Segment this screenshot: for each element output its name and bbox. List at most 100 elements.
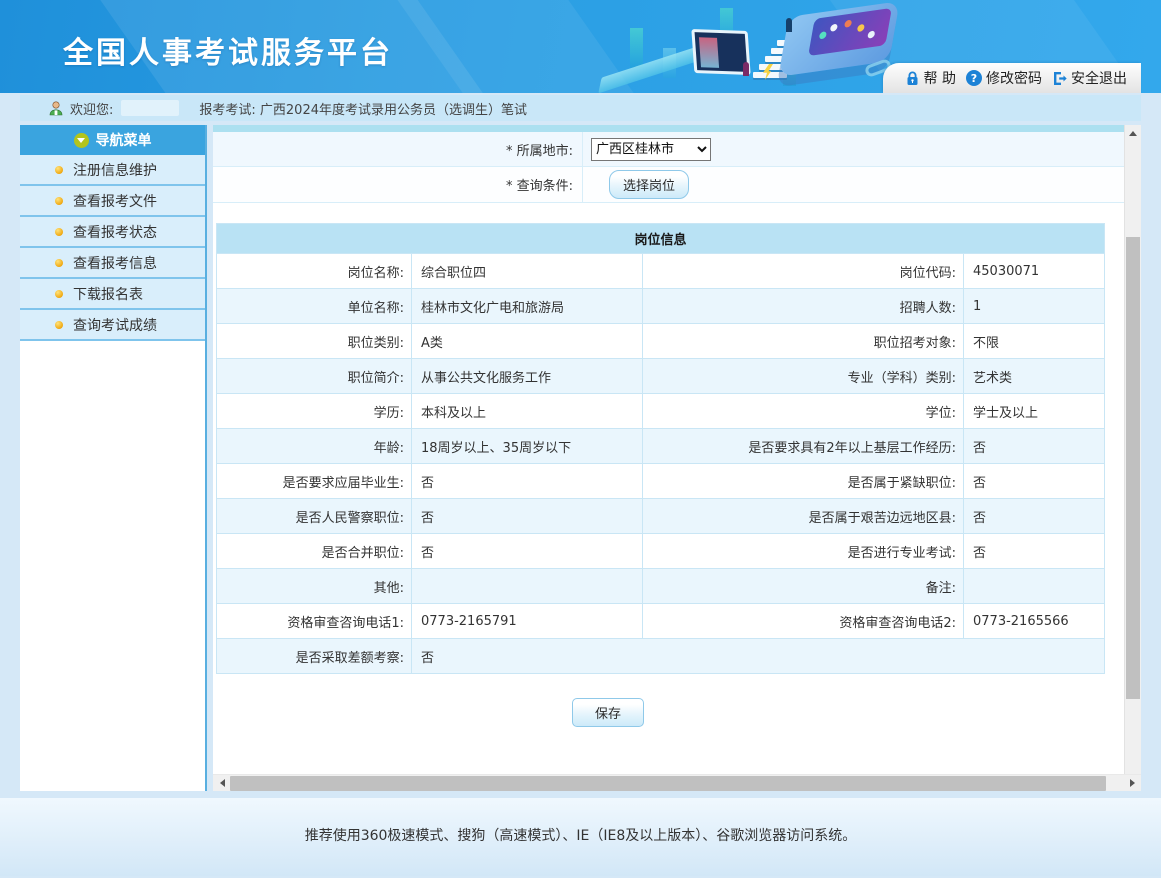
field-label: 职位类别: bbox=[217, 324, 412, 359]
user-avatar-icon bbox=[48, 100, 64, 116]
field-value: 0773-2165791 bbox=[412, 604, 643, 639]
field-label: 岗位名称: bbox=[217, 254, 412, 289]
field-value: 否 bbox=[964, 464, 1105, 499]
sidebar-item-label: 查看报考文件 bbox=[73, 191, 157, 211]
vertical-scrollbar-thumb[interactable] bbox=[1126, 237, 1140, 699]
sidebar-item-label: 查看报考状态 bbox=[73, 222, 157, 242]
sidebar-menu: 注册信息维护查看报考文件查看报考状态查看报考信息下载报名表查询考试成绩 bbox=[20, 155, 205, 341]
city-form-row: * 所属地市: 广西区桂林市 bbox=[213, 132, 1124, 167]
field-value: 从事公共文化服务工作 bbox=[412, 359, 643, 394]
select-post-button[interactable]: 选择岗位 bbox=[609, 170, 689, 199]
sidebar-item[interactable]: 下载报名表 bbox=[20, 279, 205, 310]
field-value: 0773-2165566 bbox=[964, 604, 1105, 639]
header: 全国人事考试服务平台 帮 助 ? 修改密码 安全退出 bbox=[0, 0, 1161, 93]
field-value: 桂林市文化广电和旅游局 bbox=[412, 289, 643, 324]
table-row: 是否合并职位:否是否进行专业考试:否 bbox=[217, 534, 1105, 569]
vertical-scrollbar[interactable] bbox=[1124, 125, 1141, 774]
help-label: 帮 助 bbox=[924, 68, 956, 88]
horizontal-scrollbar[interactable] bbox=[213, 774, 1141, 791]
table-row: 年龄:18周岁以上、35周岁以下是否要求具有2年以上基层工作经历:否 bbox=[217, 429, 1105, 464]
user-name-redacted bbox=[121, 100, 179, 116]
welcome-bar: 欢迎您: 报考考试: 广西2024年度考试录用公务员（选调生）笔试 bbox=[20, 95, 1141, 121]
criteria-form-row: * 查询条件: 选择岗位 bbox=[213, 167, 1124, 203]
browser-recommendation-text: 推荐使用360极速模式、搜狗（高速模式）、IE（IE8及以上版本）、谷歌浏览器访… bbox=[305, 828, 857, 844]
field-value: 否 bbox=[412, 499, 643, 534]
sidebar-item[interactable]: 注册信息维护 bbox=[20, 155, 205, 186]
table-row: 岗位名称:综合职位四岗位代码:45030071 bbox=[217, 254, 1105, 289]
bullet-icon bbox=[55, 166, 63, 174]
field-label: 岗位代码: bbox=[643, 254, 964, 289]
field-label: 是否合并职位: bbox=[217, 534, 412, 569]
criteria-label: * 查询条件: bbox=[213, 167, 583, 202]
bullet-icon bbox=[55, 197, 63, 205]
field-label: 学位: bbox=[643, 394, 964, 429]
field-value: A类 bbox=[412, 324, 643, 359]
save-button-row: 保存 bbox=[213, 698, 1003, 727]
field-label: 单位名称: bbox=[217, 289, 412, 324]
main-content: * 所属地市: 广西区桂林市 * 查询条件: 选择岗位 bbox=[213, 125, 1141, 791]
save-button[interactable]: 保存 bbox=[572, 698, 644, 727]
sidebar-item-label: 查询考试成绩 bbox=[73, 315, 157, 335]
change-password-button[interactable]: ? 修改密码 bbox=[966, 68, 1042, 88]
bullet-icon bbox=[55, 259, 63, 267]
utility-bar: 帮 助 ? 修改密码 安全退出 bbox=[883, 63, 1141, 93]
help-button[interactable]: 帮 助 bbox=[905, 68, 956, 88]
table-row: 资格审查咨询电话1:0773-2165791资格审查咨询电话2:0773-216… bbox=[217, 604, 1105, 639]
field-label: 职位简介: bbox=[217, 359, 412, 394]
field-value: 18周岁以上、35周岁以下 bbox=[412, 429, 643, 464]
field-label: 是否采取差额考察: bbox=[217, 639, 412, 674]
field-label: 职位招考对象: bbox=[643, 324, 964, 359]
lock-icon bbox=[905, 71, 920, 86]
sidebar: 导航菜单 注册信息维护查看报考文件查看报考状态查看报考信息下载报名表查询考试成绩 bbox=[20, 125, 207, 791]
field-value: 45030071 bbox=[964, 254, 1105, 289]
field-label: 年龄: bbox=[217, 429, 412, 464]
table-row: 单位名称:桂林市文化广电和旅游局招聘人数:1 bbox=[217, 289, 1105, 324]
question-icon: ? bbox=[966, 70, 982, 86]
logout-button[interactable]: 安全退出 bbox=[1052, 68, 1127, 88]
scroll-right-arrow-icon[interactable] bbox=[1124, 775, 1141, 792]
header-illustration bbox=[615, 0, 925, 93]
field-value: 否 bbox=[964, 429, 1105, 464]
city-label: * 所属地市: bbox=[213, 132, 583, 166]
sidebar-item-label: 查看报考信息 bbox=[73, 253, 157, 273]
table-row: 职位类别:A类职位招考对象:不限 bbox=[217, 324, 1105, 359]
sidebar-item[interactable]: 查看报考文件 bbox=[20, 186, 205, 217]
logout-label: 安全退出 bbox=[1071, 68, 1127, 88]
table-row: 职位简介:从事公共文化服务工作专业（学科）类别:艺术类 bbox=[217, 359, 1105, 394]
city-select[interactable]: 广西区桂林市 bbox=[591, 138, 711, 161]
field-label: 资格审查咨询电话2: bbox=[643, 604, 964, 639]
bullet-icon bbox=[55, 321, 63, 329]
table-row: 是否人民警察职位:否是否属于艰苦边远地区县:否 bbox=[217, 499, 1105, 534]
horizontal-scrollbar-thumb[interactable] bbox=[230, 776, 1106, 791]
post-info-title: 岗位信息 bbox=[217, 224, 1105, 254]
field-label: 是否人民警察职位: bbox=[217, 499, 412, 534]
field-label: 资格审查咨询电话1: bbox=[217, 604, 412, 639]
post-info-table: 岗位信息 岗位名称:综合职位四岗位代码:45030071单位名称:桂林市文化广电… bbox=[216, 223, 1105, 674]
field-label: 是否属于艰苦边远地区县: bbox=[643, 499, 964, 534]
greeting-label: 欢迎您: bbox=[70, 99, 113, 118]
field-value: 否 bbox=[964, 534, 1105, 569]
scroll-up-arrow-icon[interactable] bbox=[1125, 125, 1141, 142]
sidebar-item[interactable]: 查看报考状态 bbox=[20, 217, 205, 248]
page-title: 全国人事考试服务平台 bbox=[63, 28, 393, 72]
scroll-view: * 所属地市: 广西区桂林市 * 查询条件: 选择岗位 bbox=[213, 125, 1124, 774]
field-value bbox=[412, 569, 643, 604]
field-value: 学士及以上 bbox=[964, 394, 1105, 429]
bullet-icon bbox=[55, 290, 63, 298]
field-value: 1 bbox=[964, 289, 1105, 324]
exam-label: 报考考试: 广西2024年度考试录用公务员（选调生）笔试 bbox=[199, 99, 527, 118]
table-row: 是否要求应届毕业生:否是否属于紧缺职位:否 bbox=[217, 464, 1105, 499]
field-value: 综合职位四 bbox=[412, 254, 643, 289]
field-label: 是否要求具有2年以上基层工作经历: bbox=[643, 429, 964, 464]
field-label: 是否属于紧缺职位: bbox=[643, 464, 964, 499]
scroll-left-arrow-icon[interactable] bbox=[213, 775, 230, 792]
field-value: 本科及以上 bbox=[412, 394, 643, 429]
field-label: 是否进行专业考试: bbox=[643, 534, 964, 569]
field-label: 学历: bbox=[217, 394, 412, 429]
field-value: 否 bbox=[412, 639, 1105, 674]
nav-menu-header[interactable]: 导航菜单 bbox=[20, 125, 205, 155]
nav-menu-title: 导航菜单 bbox=[96, 130, 152, 150]
sidebar-item[interactable]: 查询考试成绩 bbox=[20, 310, 205, 341]
sidebar-item[interactable]: 查看报考信息 bbox=[20, 248, 205, 279]
field-value: 否 bbox=[964, 499, 1105, 534]
